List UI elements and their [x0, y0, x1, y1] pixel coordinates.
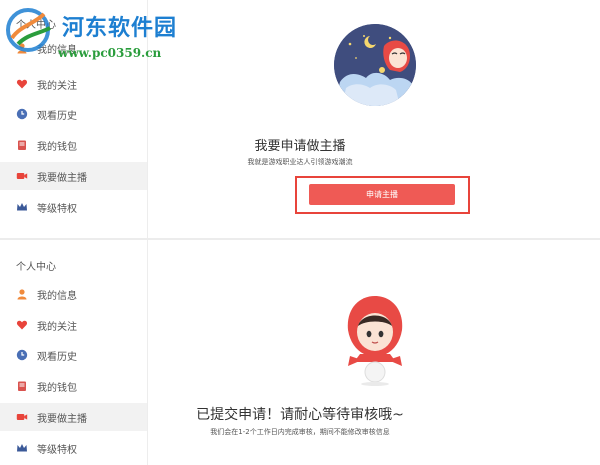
- page-title: 我要申请做主播: [254, 139, 346, 154]
- clock-icon: [15, 107, 29, 121]
- sidebar-item-label: 我的关注: [37, 321, 77, 333]
- sidebar-item-label: 观看历史: [37, 110, 77, 122]
- sidebar-item-label: 等级特权: [37, 444, 77, 456]
- sidebar-item-label: 我的信息: [37, 290, 77, 302]
- camera-icon: [15, 169, 29, 183]
- wallet-icon: [15, 379, 29, 393]
- application-submitted-panel: 个人中心 我的信息 我的关注 观看历史 我的钱包 我要做主播 等级特权 已提交申…: [0, 240, 600, 465]
- sidebar-item-my-info[interactable]: 我的信息: [0, 280, 147, 308]
- page-subtitle: 我们会在1-2个工作日内完成审核，期间不能修改审核信息: [210, 428, 390, 436]
- watermark-site-name: 河东软件园: [62, 15, 178, 41]
- sidebar-item-label: 我的关注: [37, 80, 77, 92]
- crown-icon: [15, 441, 29, 455]
- sidebar-item-label: 我要做主播: [37, 172, 87, 184]
- apply-anchor-button[interactable]: 申请主播: [309, 184, 455, 205]
- page-title: 已提交申请！请耐心等待审核哦~: [196, 407, 404, 423]
- heart-icon: [15, 318, 29, 332]
- mascot-illustration: [340, 292, 410, 387]
- anchor-illustration: [334, 24, 416, 106]
- sidebar-item-label: 我的钱包: [37, 382, 77, 394]
- sidebar-title: 个人中心: [16, 262, 56, 273]
- site-logo-icon: [6, 8, 51, 52]
- sidebar-item-wallet[interactable]: 我的钱包: [0, 372, 147, 400]
- sidebar-item-following[interactable]: 我的关注: [0, 70, 147, 98]
- sidebar-item-label: 观看历史: [37, 351, 77, 363]
- sidebar-item-label: 等级特权: [37, 203, 77, 215]
- sidebar-item-privileges[interactable]: 等级特权: [0, 193, 147, 221]
- sidebar-item-following[interactable]: 我的关注: [0, 311, 147, 339]
- sidebar-item-history[interactable]: 观看历史: [0, 100, 147, 128]
- sidebar-item-privileges[interactable]: 等级特权: [0, 434, 147, 462]
- heart-icon: [15, 77, 29, 91]
- page-subtitle: 我就是游戏职业达人引领游戏潮流: [247, 158, 353, 166]
- sidebar-item-history[interactable]: 观看历史: [0, 341, 147, 369]
- watermark-url: www.pc0359.cn: [58, 46, 162, 60]
- user-icon: [15, 287, 29, 301]
- site-watermark: 河东软件园 www.pc0359.cn: [4, 4, 214, 68]
- clock-icon: [15, 348, 29, 362]
- crown-icon: [15, 200, 29, 214]
